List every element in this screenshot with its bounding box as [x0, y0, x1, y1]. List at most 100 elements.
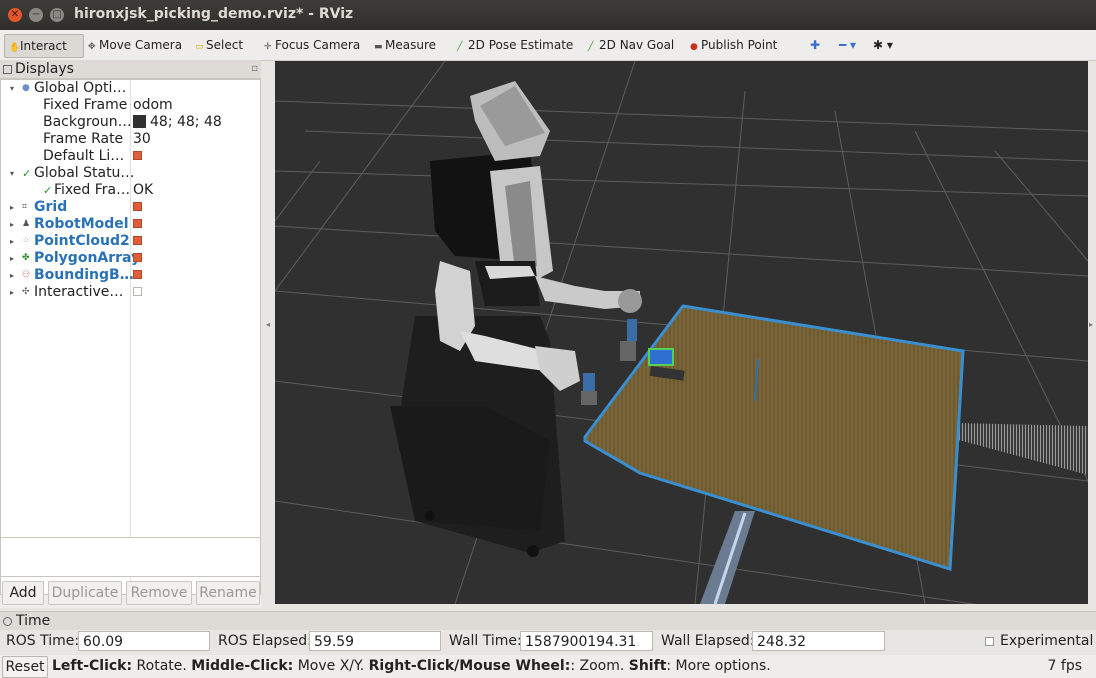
background-value-text: 48; 48; 48 [150, 114, 222, 130]
middle-click-desc: Move X/Y. [293, 658, 369, 674]
minimize-window-button[interactable]: − [29, 8, 43, 22]
gear-icon: ✱ ▾ [873, 38, 893, 52]
experimental-checkbox[interactable] [985, 637, 994, 646]
polygon-icon: ✤ [22, 253, 30, 263]
grid-checkbox[interactable] [133, 201, 142, 211]
rename-display-button[interactable]: Rename [196, 581, 260, 605]
collapsed-arrow-icon[interactable]: ▸ [10, 267, 14, 284]
left-click-desc: Rotate. [132, 658, 192, 674]
bounding-box-icon: ⚇ [22, 270, 31, 280]
tree-row-bounding-box[interactable]: ▸ ⚇ BoundingB… [1, 267, 260, 284]
ruler-icon: ▬ [374, 42, 383, 52]
duplicate-display-button[interactable]: Duplicate [48, 581, 122, 605]
select-icon: ▭ [195, 42, 204, 52]
publish-point-label: Publish Point [701, 38, 778, 52]
robot-model-display-label: RobotModel [34, 216, 129, 232]
displays-title: Displays [15, 61, 74, 77]
color-swatch [133, 114, 146, 128]
background-value[interactable]: 48; 48; 48 [133, 114, 222, 131]
fixed-frame-value[interactable]: odom [133, 97, 173, 114]
focus-camera-tool-button[interactable]: ✛ Focus Camera [260, 34, 364, 56]
robot-model-checkbox[interactable] [133, 218, 142, 228]
pose-estimate-label: 2D Pose Estimate [468, 38, 574, 52]
select-tool-button[interactable]: ▭ Select [191, 34, 247, 56]
map-pin-icon: ● [690, 42, 698, 52]
default-light-label: Default Li… [43, 148, 125, 164]
panel-close-icon[interactable]: ▫ [251, 60, 258, 78]
publish-point-tool-button[interactable]: ● Publish Point [686, 34, 781, 56]
move-camera-tool-button[interactable]: ✥ Move Camera [84, 34, 186, 56]
close-window-button[interactable]: ✕ [8, 8, 22, 22]
tree-row-fixed-frame-status[interactable]: ✓ Fixed Fra… OK [1, 182, 260, 199]
tree-row-grid[interactable]: ▸ ⌗ Grid [1, 199, 260, 216]
tree-row-interactive-markers[interactable]: ▸ ✣ Interactive… [1, 284, 260, 301]
tree-row-frame-rate[interactable]: Frame Rate 30 [1, 131, 260, 148]
tree-row-fixed-frame[interactable]: Fixed Frame odom [1, 97, 260, 114]
pointcloud-icon: ⁘ [22, 236, 30, 246]
3d-viewport[interactable] [275, 61, 1088, 604]
status-bar: Reset Left-Click: Rotate. Middle-Click: … [0, 655, 1096, 678]
maximize-window-button[interactable]: □ [50, 8, 64, 22]
collapsed-arrow-icon[interactable]: ▸ [10, 250, 14, 267]
time-title: Time [16, 613, 51, 629]
right-click-desc: : Zoom. [570, 658, 629, 674]
add-tool-button[interactable]: ✚ [806, 34, 824, 56]
tree-row-global-status[interactable]: ▾ ✓ Global Statu… [1, 165, 260, 182]
panel-float-icon[interactable] [3, 65, 12, 74]
collapsed-arrow-icon[interactable]: ▸ [10, 216, 14, 233]
plus-icon: ✚ [810, 38, 821, 52]
middle-click-label: Middle-Click: [191, 658, 294, 674]
default-light-checkbox[interactable] [133, 150, 142, 160]
ros-elapsed-label: ROS Elapsed: [218, 633, 312, 649]
shift-label: Shift [628, 658, 667, 674]
left-splitter-handle[interactable]: ◂ [266, 320, 270, 329]
remove-display-button[interactable]: Remove [126, 581, 192, 605]
green-arrow-icon: ╱ [588, 42, 594, 52]
tool-properties-button[interactable]: ✱ ▾ [869, 34, 897, 56]
add-display-button[interactable]: Add [2, 581, 44, 605]
wall-elapsed-field[interactable]: 248.32 [752, 631, 885, 651]
tree-row-global-options[interactable]: ▾ ● Global Opti… [1, 80, 260, 97]
panel-float-icon[interactable] [3, 617, 12, 626]
collapsed-arrow-icon[interactable]: ▸ [10, 199, 14, 216]
title-bar: ✕ − □ hironxjsk_picking_demo.rviz* - RVi… [0, 0, 1096, 30]
interact-label: Interact [20, 39, 67, 53]
tree-row-background[interactable]: Backgroun… 48; 48; 48 [1, 114, 260, 131]
polygon-array-checkbox[interactable] [133, 252, 142, 262]
wall-elapsed-label: Wall Elapsed: [661, 633, 755, 649]
tree-row-pointcloud2[interactable]: ▸ ⁘ PointCloud2 [1, 233, 260, 250]
collapsed-arrow-icon[interactable]: ▸ [10, 233, 14, 250]
interactive-markers-checkbox[interactable] [133, 286, 142, 296]
tree-row-default-light[interactable]: Default Li… [1, 148, 260, 165]
bounding-box-display-label: BoundingB… [34, 267, 134, 283]
tree-row-polygon-array[interactable]: ▸ ✤ PolygonArray [1, 250, 260, 267]
right-gripper [627, 319, 637, 341]
expand-arrow-icon[interactable]: ▾ [10, 80, 14, 97]
minus-icon: ━ ▾ [839, 38, 857, 52]
left-gripper [583, 373, 595, 393]
interact-tool-button[interactable]: ✋Interact [4, 34, 84, 58]
measure-tool-button[interactable]: ▬ Measure [370, 34, 440, 56]
pose-estimate-tool-button[interactable]: ╱ 2D Pose Estimate [453, 34, 577, 56]
pointcloud2-checkbox[interactable] [133, 235, 142, 245]
nav-goal-tool-button[interactable]: ╱ 2D Nav Goal [584, 34, 678, 56]
wall-time-label: Wall Time: [449, 633, 522, 649]
frame-rate-value[interactable]: 30 [133, 131, 151, 148]
detected-object-bounding-box [648, 348, 674, 366]
fps-counter: 7 fps [1047, 658, 1082, 674]
ros-time-field[interactable]: 60.09 [78, 631, 210, 651]
scene-render [275, 61, 1088, 604]
focus-camera-label: Focus Camera [275, 38, 361, 52]
collapsed-arrow-icon[interactable]: ▸ [10, 284, 14, 301]
remove-tool-button[interactable]: ━ ▾ [835, 34, 860, 56]
reset-button[interactable]: Reset [2, 656, 48, 678]
experimental-label: Experimental [1000, 633, 1094, 649]
wall-time-field[interactable]: 1587900194.31 [520, 631, 653, 651]
property-description-box [0, 537, 261, 577]
tree-row-robot-model[interactable]: ▸ ♟ RobotModel [1, 216, 260, 233]
window-title: hironxjsk_picking_demo.rviz* - RViz [74, 6, 354, 22]
bounding-box-checkbox[interactable] [133, 269, 142, 279]
expand-arrow-icon[interactable]: ▾ [10, 165, 14, 182]
ros-elapsed-field[interactable]: 59.59 [309, 631, 441, 651]
right-splitter-handle[interactable]: ▸ [1089, 320, 1093, 329]
